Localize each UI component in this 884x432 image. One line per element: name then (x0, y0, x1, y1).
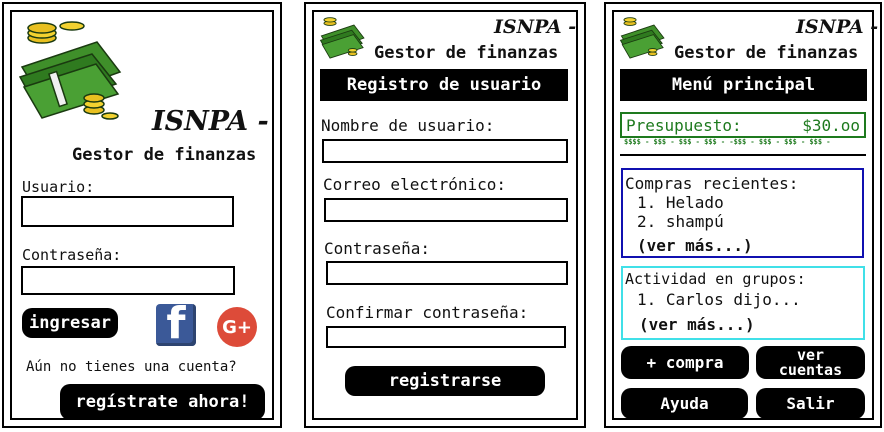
app-title: ISNPA - (152, 106, 269, 137)
password-input[interactable] (21, 266, 235, 295)
app-subtitle: Gestor de finanzas (72, 145, 257, 165)
exit-button[interactable]: Salir (756, 388, 865, 419)
money-logo-icon (319, 17, 365, 59)
confirm-password-input[interactable] (326, 326, 566, 348)
app-subtitle: Gestor de finanzas (674, 43, 859, 63)
google-login-icon[interactable]: G+ (217, 307, 257, 347)
list-item: 2. shampú (637, 212, 724, 231)
budget-box[interactable]: Presupuesto: $30.oo (620, 112, 866, 138)
email-label: Correo electrónico: (323, 175, 507, 194)
app-title: ISNPA - (796, 16, 879, 38)
money-logo-icon (619, 17, 665, 59)
recent-see-more-link[interactable]: (ver más...) (637, 236, 753, 255)
password-label: Contraseña: (22, 246, 122, 264)
facebook-login-icon[interactable]: f (156, 302, 196, 346)
list-item: 1. Helado (637, 193, 724, 212)
username-input[interactable] (322, 139, 568, 163)
register-screen: ISNPA - Gestor de finanzas Registro de u… (304, 2, 586, 428)
no-account-text: Aún no tienes una cuenta? (26, 359, 237, 375)
app-subtitle: Gestor de finanzas (374, 43, 559, 63)
groups-see-more-link[interactable]: (ver más...) (639, 315, 755, 334)
recent-purchases-title: Compras recientes: (625, 174, 799, 193)
login-screen: ISNPA - Gestor de finanzas Usuario: Cont… (2, 2, 282, 428)
group-activity-title: Actividad en grupos: (625, 270, 806, 288)
main-menu-header: Menú principal (620, 69, 867, 101)
budget-label: Presupuesto: (626, 115, 742, 135)
group-activity-box[interactable]: Actividad en grupos: 1. Carlos dijo... (… (621, 266, 865, 340)
main-menu-screen: ISNPA - Gestor de finanzas Menú principa… (604, 2, 882, 428)
budget-decor-text: $$$$ - $$$ - $$$ - $$$ - -$$$ - $$$ - $$… (624, 138, 831, 146)
view-accounts-button[interactable]: ver cuentas (756, 346, 865, 379)
login-button[interactable]: ingresar (22, 308, 118, 338)
password-label: Contraseña: (324, 239, 430, 258)
help-button[interactable]: Ayuda (621, 388, 748, 419)
username-label: Usuario: (22, 178, 95, 196)
password-input[interactable] (326, 261, 568, 285)
username-input[interactable] (21, 196, 234, 227)
register-now-button[interactable]: regístrate ahora! (60, 384, 265, 420)
recent-purchases-box[interactable]: Compras recientes: 1. Helado 2. shampú (… (621, 168, 864, 258)
money-logo-icon (18, 21, 122, 120)
budget-value: $30.oo (802, 115, 860, 135)
username-label: Nombre de usuario: (321, 116, 495, 135)
register-header: Registro de usuario (320, 69, 568, 101)
add-purchase-button[interactable]: + compra (621, 346, 749, 379)
register-submit-button[interactable]: registrarse (345, 366, 545, 396)
list-item: 1. Carlos dijo... (637, 290, 801, 309)
divider (620, 154, 866, 156)
email-input[interactable] (324, 198, 568, 222)
app-title: ISNPA - (494, 16, 577, 38)
confirm-password-label: Confirmar contraseña: (326, 303, 529, 322)
